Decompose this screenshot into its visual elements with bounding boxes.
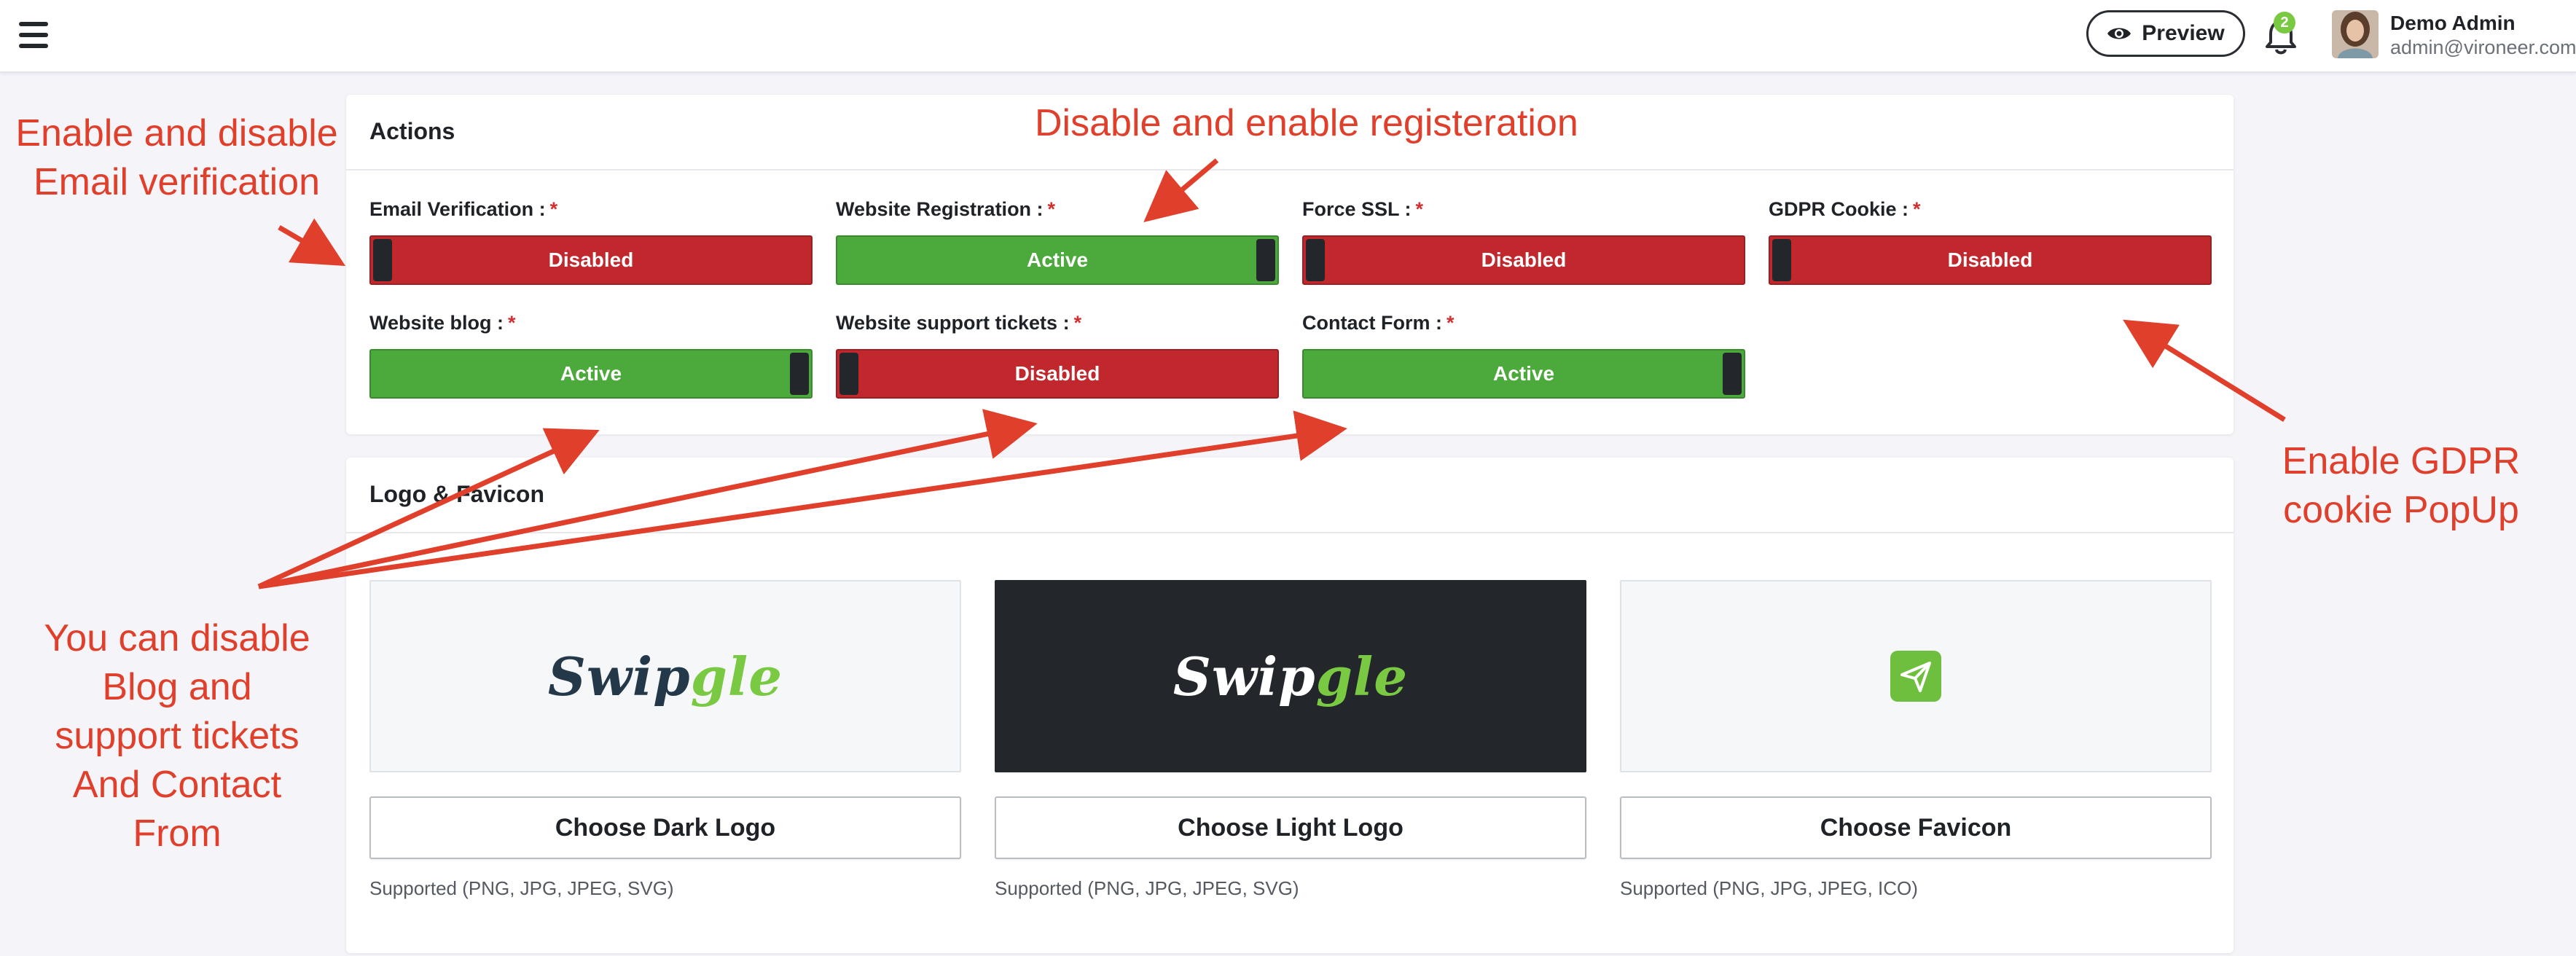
light-logo-preview: Swipgle xyxy=(995,580,1586,772)
logo-card-header: Logo & Favicon xyxy=(346,458,2234,533)
toggle-handle xyxy=(1256,239,1275,281)
avatar[interactable] xyxy=(2332,10,2379,58)
toggle-handle xyxy=(1723,353,1742,395)
force-ssl-toggle[interactable]: Disabled xyxy=(1302,235,1745,285)
light-logo-image: Swipgle xyxy=(1172,645,1409,708)
dark-logo-image: Swipgle xyxy=(547,645,783,708)
dark-logo-preview: Swipgle xyxy=(369,580,961,772)
logo-favicon-card: Logo & Favicon Swipgle Swipgle Choose Da… xyxy=(346,458,2234,953)
toggle-handle xyxy=(1772,239,1791,281)
actions-title: Actions xyxy=(369,118,455,144)
preview-button[interactable]: Preview xyxy=(2086,10,2245,57)
contact-form-label: Contact Form : * xyxy=(1302,312,1455,334)
toggle-handle xyxy=(839,353,858,395)
favicon-preview xyxy=(1620,580,2212,772)
send-icon xyxy=(1890,651,1941,702)
user-email: admin@vironeer.com xyxy=(2390,36,2576,58)
toggle-handle xyxy=(373,239,392,281)
annotation-blog-support-contact: You can disable Blog and support tickets… xyxy=(44,617,310,855)
gdpr-cookie-label: GDPR Cookie : * xyxy=(1769,198,1921,220)
dark-logo-supported-text: Supported (PNG, JPG, JPEG, SVG) xyxy=(369,877,674,899)
support-tickets-toggle[interactable]: Disabled xyxy=(836,349,1279,399)
favicon-supported-text: Supported (PNG, JPG, JPEG, ICO) xyxy=(1620,877,1918,899)
menu-icon[interactable] xyxy=(19,22,48,48)
website-blog-toggle[interactable]: Active xyxy=(369,349,813,399)
notification-badge: 2 xyxy=(2274,12,2295,34)
annotation-registration: Disable and enable registeration xyxy=(1035,102,1578,144)
preview-label: Preview xyxy=(2142,21,2225,45)
contact-form-toggle[interactable]: Active xyxy=(1302,349,1745,399)
choose-light-logo-button[interactable]: Choose Light Logo xyxy=(995,796,1586,859)
choose-dark-logo-button[interactable]: Choose Dark Logo xyxy=(369,796,961,859)
annotation-gdpr: Enable GDPR cookie PopUp xyxy=(2282,440,2521,531)
user-name: Demo Admin xyxy=(2390,12,2516,34)
logo-favicon-title: Logo & Favicon xyxy=(369,481,544,507)
toggle-handle xyxy=(790,353,809,395)
toggle-handle xyxy=(1306,239,1325,281)
website-registration-toggle[interactable]: Active xyxy=(836,235,1279,285)
top-bar: Preview 2 Demo Admin admin@vironeer.com xyxy=(0,0,2576,73)
light-logo-supported-text: Supported (PNG, JPG, JPEG, SVG) xyxy=(995,877,1299,899)
choose-favicon-button[interactable]: Choose Favicon xyxy=(1620,796,2212,859)
gdpr-cookie-toggle[interactable]: Disabled xyxy=(1769,235,2212,285)
force-ssl-label: Force SSL : * xyxy=(1302,198,1424,220)
email-verification-toggle[interactable]: Disabled xyxy=(369,235,813,285)
email-verification-label: Email Verification : * xyxy=(369,198,558,220)
annotation-email-verification: Enable and disable Email verification xyxy=(15,112,338,203)
eye-icon xyxy=(2107,28,2131,39)
support-tickets-label: Website support tickets : * xyxy=(836,312,1082,334)
website-registration-label: Website Registration : * xyxy=(836,198,1056,220)
website-blog-label: Website blog : * xyxy=(369,312,516,334)
arrow-email-verification xyxy=(278,218,346,267)
